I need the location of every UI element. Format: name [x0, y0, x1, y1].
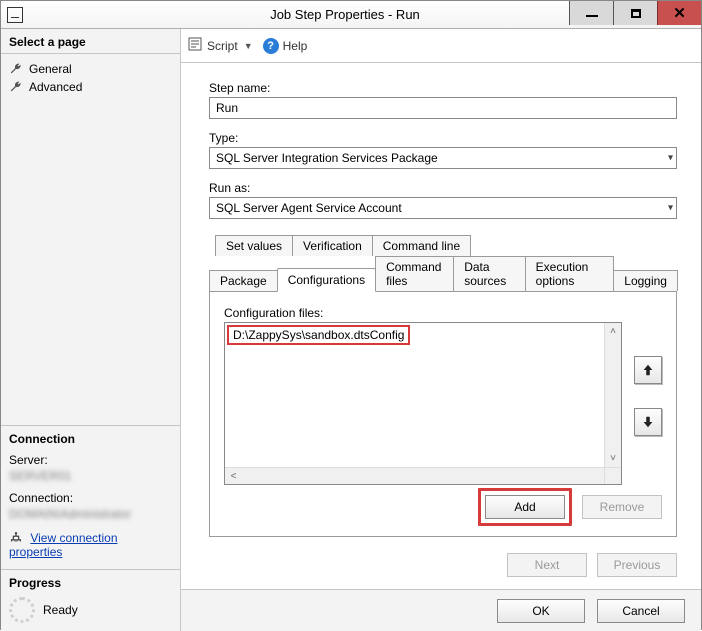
dropdown-arrow-icon: ▼ [244, 41, 253, 51]
window-frame: Job Step Properties - Run ✕ Select a pag… [0, 0, 702, 630]
add-button[interactable]: Add [485, 495, 565, 519]
help-icon: ? [263, 38, 279, 54]
connection-block: Connection Server: SERVER01 Connection: … [1, 425, 180, 569]
wrench-icon [9, 62, 23, 76]
sidebar-item-general[interactable]: General [7, 60, 176, 78]
sidebar-item-label: General [29, 62, 72, 76]
script-icon [187, 36, 203, 55]
run-as-select[interactable] [209, 197, 677, 219]
config-files-label: Configuration files: [224, 306, 662, 320]
content-toolbar: Script ▼ ? Help [181, 29, 701, 63]
minimize-button[interactable] [569, 1, 613, 25]
tab-row-lower: Package Configurations Command files Dat… [209, 256, 677, 291]
step-name-input[interactable] [209, 97, 677, 119]
maximize-button[interactable] [613, 1, 657, 25]
move-down-button[interactable] [634, 408, 662, 436]
progress-header: Progress [9, 576, 172, 591]
ok-button[interactable]: OK [497, 599, 585, 623]
dialog-button-bar: OK Cancel [181, 589, 701, 631]
help-label: Help [283, 39, 308, 53]
wrench-icon [9, 80, 23, 94]
view-connection-properties-link[interactable]: View connection properties [9, 531, 118, 559]
vertical-scrollbar[interactable]: ˄ ˅ [604, 323, 621, 467]
next-button: Next [507, 553, 587, 577]
sidebar-item-advanced[interactable]: Advanced [7, 78, 176, 96]
form-area: Step name: Type: ▾ Run as: ▾ [181, 63, 701, 231]
config-file-item[interactable]: D:\ZappySys\sandbox.dtsConfig [227, 325, 410, 345]
arrow-down-icon [641, 415, 655, 429]
progress-status: Ready [43, 603, 78, 617]
sidebar-item-label: Advanced [29, 80, 82, 94]
config-files-listbox[interactable]: D:\ZappySys\sandbox.dtsConfig ˄ ˅ < > [224, 322, 622, 485]
scroll-corner [604, 467, 621, 484]
type-label: Type: [209, 131, 677, 145]
tab-execution-options[interactable]: Execution options [525, 256, 615, 291]
tab-data-sources[interactable]: Data sources [453, 256, 525, 291]
horizontal-scrollbar[interactable]: < > [225, 467, 621, 484]
wizard-nav: Next Previous [507, 553, 677, 577]
connection-icon [9, 531, 23, 545]
view-connection-properties[interactable]: View connection properties [9, 531, 172, 559]
tab-set-values[interactable]: Set values [215, 235, 293, 256]
step-name-label: Step name: [209, 81, 677, 95]
scroll-down-icon: ˅ [605, 450, 621, 467]
run-as-label: Run as: [209, 181, 677, 195]
tab-configurations[interactable]: Configurations [277, 268, 376, 292]
arrow-up-icon [641, 363, 655, 377]
sidebar: Select a page General Advanced Conne [1, 29, 181, 631]
move-up-button[interactable] [634, 356, 662, 384]
content-area: Script ▼ ? Help Step name: Type: ▾ Run a… [181, 29, 701, 631]
close-button[interactable]: ✕ [657, 1, 701, 25]
scroll-up-icon: ˄ [605, 323, 621, 340]
progress-spinner-icon [9, 597, 35, 623]
connection-header: Connection [9, 432, 172, 447]
scroll-left-icon: < [225, 471, 242, 482]
tab-control: Set values Verification Command line Pac… [209, 235, 677, 537]
help-button[interactable]: ? Help [263, 38, 308, 54]
tab-command-files[interactable]: Command files [375, 256, 454, 291]
type-select[interactable] [209, 147, 677, 169]
tab-verification[interactable]: Verification [292, 235, 373, 256]
add-button-highlight: Add [478, 488, 572, 526]
progress-block: Progress Ready [1, 569, 180, 631]
tab-panel-configurations: Configuration files: D:\ZappySys\sandbox… [209, 291, 677, 537]
server-label: Server: [9, 453, 172, 467]
tab-logging[interactable]: Logging [613, 270, 678, 291]
script-button[interactable]: Script ▼ [187, 36, 253, 55]
page-list: General Advanced [1, 54, 180, 104]
cancel-button[interactable]: Cancel [597, 599, 685, 623]
app-icon [7, 7, 23, 23]
tab-command-line[interactable]: Command line [372, 235, 471, 256]
reorder-buttons [634, 356, 662, 485]
connection-label: Connection: [9, 491, 172, 505]
config-buttons-row: Add Remove [478, 488, 662, 526]
window-buttons: ✕ [569, 1, 701, 25]
title-bar: Job Step Properties - Run ✕ [1, 1, 701, 29]
script-label: Script [207, 39, 238, 53]
connection-value: DOMAIN\Administrator [9, 507, 172, 521]
remove-button: Remove [582, 495, 662, 519]
select-page-header: Select a page [1, 29, 180, 54]
previous-button: Previous [597, 553, 677, 577]
tab-row-upper: Set values Verification Command line [215, 235, 677, 256]
tab-package[interactable]: Package [209, 270, 278, 291]
server-value: SERVER01 [9, 469, 172, 483]
